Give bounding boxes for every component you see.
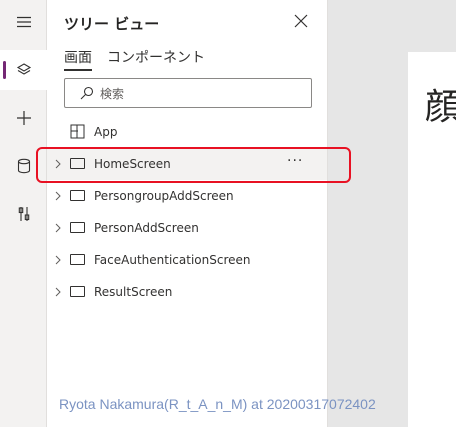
tab-components[interactable]: コンポーネント: [107, 47, 205, 67]
panel-title: ツリー ビュー: [64, 15, 160, 33]
tree-item-label: App: [94, 125, 118, 139]
canvas-text: 顔: [425, 87, 456, 128]
hamburger-menu-icon: [16, 16, 31, 28]
chevron-right-icon[interactable]: [55, 191, 61, 201]
search-placeholder: 検索: [100, 86, 125, 101]
chevron-right-icon[interactable]: [55, 223, 61, 233]
tree-view-button[interactable]: [0, 50, 47, 90]
tree-item-label: FaceAuthenticationScreen: [94, 253, 251, 267]
tree-view-panel: ツリー ビュー 画面 コンポーネント 検索 App HomeScreen ···…: [47, 0, 328, 427]
search-icon: [80, 86, 94, 100]
chevron-right-icon[interactable]: [55, 255, 61, 265]
chevron-right-icon[interactable]: [55, 159, 61, 169]
screen-icon: [70, 158, 85, 169]
tree-item-label: ResultScreen: [94, 285, 173, 299]
close-icon[interactable]: [294, 14, 308, 28]
chevron-right-icon[interactable]: [55, 287, 61, 297]
layers-icon: [16, 63, 31, 75]
tree-item-app[interactable]: App: [47, 116, 327, 148]
tree-item-label: PersongroupAddScreen: [94, 189, 234, 203]
data-button[interactable]: [0, 146, 47, 186]
watermark: Ryota Nakamura(R_t_A_n_M) at 20200317072…: [59, 396, 376, 412]
tools-button[interactable]: [0, 194, 47, 234]
tab-screens[interactable]: 画面: [64, 47, 92, 71]
database-icon: [17, 158, 30, 174]
canvas-preview[interactable]: 顔: [408, 52, 456, 427]
search-input[interactable]: 検索: [64, 78, 312, 108]
app-grid-icon: [70, 124, 85, 139]
plus-icon: [16, 111, 31, 125]
more-options-icon[interactable]: ···: [287, 153, 303, 169]
tree-item-label: HomeScreen: [94, 157, 171, 171]
tree-item-personaddscreen[interactable]: PersonAddScreen: [47, 212, 327, 244]
tree-item-homescreen[interactable]: HomeScreen ···: [47, 148, 327, 180]
screen-icon: [70, 254, 85, 265]
screen-icon: [70, 222, 85, 233]
screen-icon: [70, 286, 85, 297]
screen-icon: [70, 190, 85, 201]
tree-item-persongroupaddscreen[interactable]: PersongroupAddScreen: [47, 180, 327, 212]
tree-item-label: PersonAddScreen: [94, 221, 199, 235]
tree-item-faceauthenticationscreen[interactable]: FaceAuthenticationScreen: [47, 244, 327, 276]
insert-button[interactable]: [0, 98, 47, 138]
hamburger-menu-button[interactable]: [0, 2, 47, 42]
tools-icon: [18, 207, 29, 221]
left-rail: [0, 0, 47, 427]
tree-item-resultscreen[interactable]: ResultScreen: [47, 276, 327, 308]
